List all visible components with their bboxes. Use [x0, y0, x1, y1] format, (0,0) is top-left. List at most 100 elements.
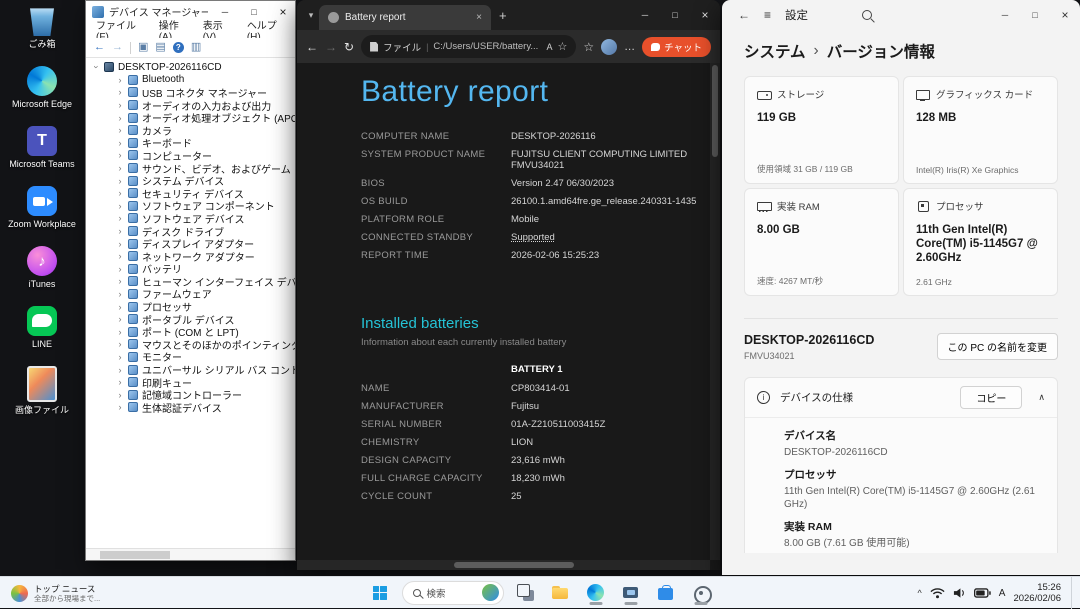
back-icon[interactable]	[306, 40, 318, 54]
taskbar-app-icon[interactable]	[513, 580, 539, 606]
device-tree-item[interactable]: ネットワーク アダプター	[86, 250, 295, 263]
console-tree-icon[interactable]	[138, 42, 148, 53]
properties-icon[interactable]	[155, 42, 165, 53]
navigation-menu-icon[interactable]	[764, 8, 771, 22]
device-spec-value: DESKTOP-2026116CD	[784, 446, 1045, 459]
ime-mode-indicator[interactable]: A	[999, 588, 1006, 599]
expand-chevron-icon[interactable]	[116, 390, 124, 400]
device-specs-header[interactable]: デバイスの仕様 コピー	[745, 378, 1057, 418]
desktop-icon[interactable]: 画像ファイル	[4, 366, 80, 415]
maximize-button[interactable]	[660, 0, 690, 30]
back-icon[interactable]	[738, 8, 750, 22]
minimize-button[interactable]	[990, 0, 1020, 30]
expand-chevron-icon[interactable]	[116, 377, 124, 387]
more-menu-icon[interactable]	[624, 41, 635, 53]
forward-icon[interactable]	[325, 40, 337, 54]
desktop-icon[interactable]: Microsoft Edge	[4, 66, 80, 109]
expand-chevron-icon[interactable]	[116, 239, 124, 249]
favorites-bar-icon[interactable]	[583, 40, 594, 54]
search-icon[interactable]	[862, 10, 872, 20]
read-aloud-icon[interactable]	[546, 42, 552, 52]
expand-chevron-icon[interactable]	[116, 339, 124, 349]
show-desktop-button[interactable]	[1071, 577, 1074, 609]
desktop-icon[interactable]: ごみ箱	[4, 6, 80, 49]
scrollbar-thumb[interactable]	[454, 562, 574, 568]
close-button[interactable]	[690, 0, 720, 30]
hidden-icons-chevron[interactable]	[918, 588, 922, 598]
taskbar-app-icon[interactable]	[618, 580, 644, 606]
battery-info-label: CHEMISTRY	[361, 437, 511, 448]
device-tree-root[interactable]: DESKTOP-2026116CD	[86, 61, 295, 74]
minimize-button[interactable]	[630, 0, 660, 30]
expand-chevron-icon[interactable]	[116, 176, 124, 186]
taskbar-app-icon[interactable]	[653, 580, 679, 606]
horizontal-scrollbar[interactable]	[86, 548, 295, 560]
expand-chevron-icon[interactable]	[116, 289, 124, 299]
device-manager-toolbar	[86, 38, 295, 58]
expand-chevron-icon[interactable]	[116, 251, 124, 261]
close-button[interactable]	[1050, 0, 1080, 30]
maximize-button[interactable]	[1020, 0, 1050, 30]
rename-pc-button[interactable]: この PC の名前を変更	[937, 333, 1058, 360]
expand-chevron-icon[interactable]	[116, 150, 124, 160]
copy-button[interactable]: コピー	[960, 386, 1022, 409]
favorite-star-icon[interactable]	[557, 40, 567, 53]
device-tree-item[interactable]: マウスとそのほかのポインティング デバイス	[86, 338, 295, 351]
desktop-icon[interactable]: Zoom Workplace	[4, 186, 80, 229]
expand-chevron-icon[interactable]	[116, 113, 124, 123]
horizontal-scrollbar[interactable]	[297, 560, 710, 570]
desktop-icon[interactable]: iTunes	[4, 246, 80, 289]
expand-chevron-icon[interactable]	[116, 201, 124, 211]
device-tree-item[interactable]: 生体認証デバイス	[86, 401, 295, 414]
desktop-icon[interactable]: Microsoft Teams	[4, 126, 80, 169]
tab-close-icon[interactable]	[476, 12, 482, 23]
collapse-chevron-icon[interactable]	[92, 62, 100, 72]
vertical-scrollbar[interactable]	[710, 63, 720, 560]
expand-chevron-icon[interactable]	[116, 213, 124, 223]
expand-chevron-icon[interactable]	[116, 365, 124, 375]
breadcrumb-parent[interactable]: システム	[744, 40, 806, 62]
taskbar-app-icon[interactable]	[548, 580, 574, 606]
refresh-icon[interactable]	[344, 40, 354, 54]
spec-card-value: 8.00 GB	[757, 223, 886, 237]
expand-chevron-icon[interactable]	[116, 314, 124, 324]
expand-chevron-icon[interactable]	[116, 75, 124, 85]
volume-icon[interactable]	[953, 587, 966, 599]
chevron-up-icon[interactable]	[1038, 392, 1045, 403]
clock[interactable]: 15:26 2026/02/06	[1013, 582, 1061, 605]
device-tree-item[interactable]: オーディオ処理オブジェクト (APO)	[86, 111, 295, 124]
new-tab-button[interactable]	[499, 8, 507, 23]
browser-tab[interactable]: Battery report	[319, 5, 491, 30]
help-icon[interactable]	[173, 42, 184, 53]
tab-actions-menu-icon[interactable]	[303, 10, 319, 21]
taskbar-search[interactable]: 検索	[402, 581, 504, 605]
expand-chevron-icon[interactable]	[116, 125, 124, 135]
expand-chevron-icon[interactable]	[116, 402, 124, 412]
back-icon[interactable]	[94, 42, 105, 53]
chat-button[interactable]: チャット	[642, 37, 711, 57]
profile-avatar[interactable]	[601, 39, 617, 55]
widgets-button[interactable]: トップ ニュース 全部から現場まで...	[4, 580, 107, 606]
expand-chevron-icon[interactable]	[116, 276, 124, 286]
battery-icon[interactable]	[974, 588, 991, 598]
wifi-icon[interactable]	[930, 587, 945, 599]
desktop-icon[interactable]: LINE	[4, 306, 80, 349]
taskbar-app-icon[interactable]	[688, 580, 714, 606]
address-bar[interactable]: ファイル C:/Users/USER/battery...	[361, 35, 576, 58]
scrollbar-thumb[interactable]	[712, 65, 718, 157]
expand-chevron-icon[interactable]	[116, 87, 124, 97]
expand-chevron-icon[interactable]	[116, 138, 124, 148]
expand-chevron-icon[interactable]	[116, 264, 124, 274]
start-button[interactable]	[367, 580, 393, 606]
expand-chevron-icon[interactable]	[116, 302, 124, 312]
expand-chevron-icon[interactable]	[116, 327, 124, 337]
expand-chevron-icon[interactable]	[116, 226, 124, 236]
expand-chevron-icon[interactable]	[116, 163, 124, 173]
expand-chevron-icon[interactable]	[116, 100, 124, 110]
forward-icon[interactable]	[112, 42, 123, 53]
expand-chevron-icon[interactable]	[116, 352, 124, 362]
expand-chevron-icon[interactable]	[116, 188, 124, 198]
taskbar-app-icon[interactable]	[583, 580, 609, 606]
scan-hardware-icon[interactable]	[191, 42, 201, 53]
scrollbar-thumb[interactable]	[100, 551, 170, 559]
